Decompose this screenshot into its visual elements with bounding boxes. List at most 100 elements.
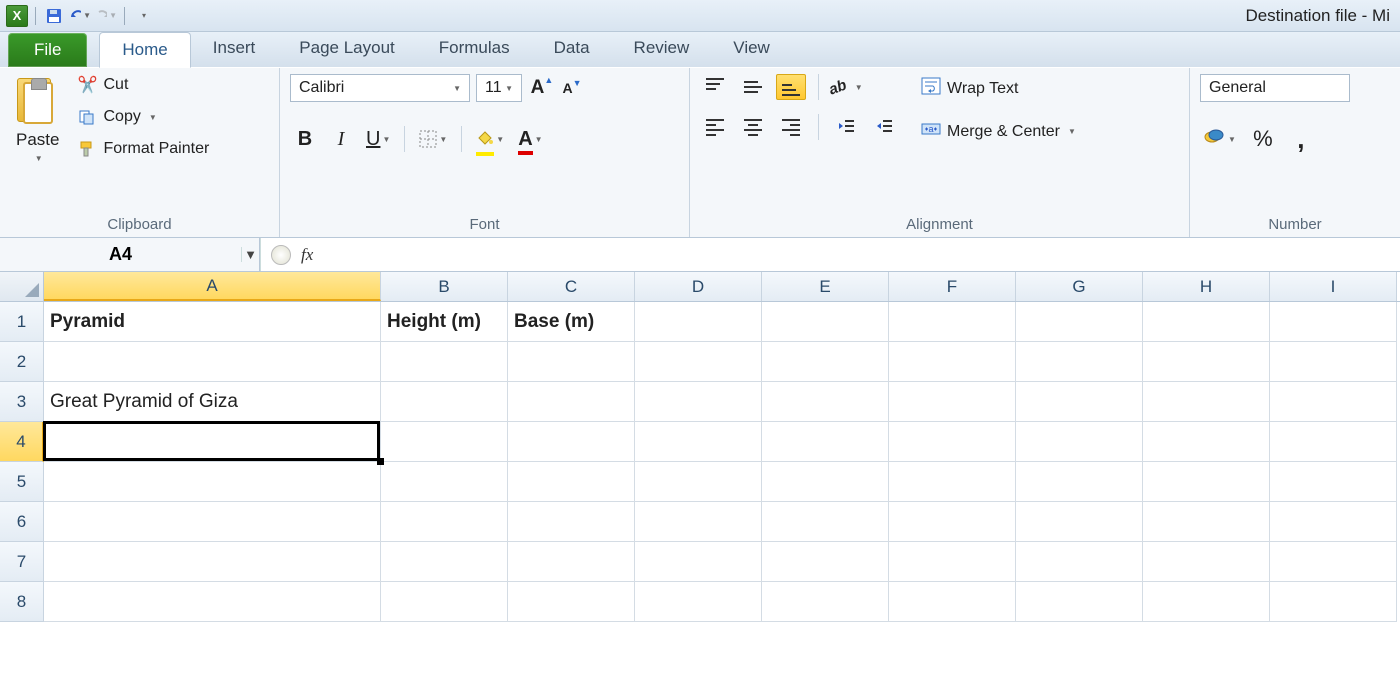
column-header-G[interactable]: G xyxy=(1016,272,1143,301)
column-header-D[interactable]: D xyxy=(635,272,762,301)
cell-B4[interactable] xyxy=(381,422,508,462)
cell-D8[interactable] xyxy=(635,582,762,622)
cell-C7[interactable] xyxy=(508,542,635,582)
align-bottom-button[interactable] xyxy=(776,74,806,100)
bold-button[interactable]: B xyxy=(290,124,320,154)
column-header-A[interactable]: A xyxy=(44,272,381,301)
cell-E6[interactable] xyxy=(762,502,889,542)
cell-D3[interactable] xyxy=(635,382,762,422)
cell-C2[interactable] xyxy=(508,342,635,382)
cell-E5[interactable] xyxy=(762,462,889,502)
cell-C4[interactable] xyxy=(508,422,635,462)
tab-home[interactable]: Home xyxy=(99,32,190,68)
cell-B5[interactable] xyxy=(381,462,508,502)
cell-G4[interactable] xyxy=(1016,422,1143,462)
cell-A4[interactable] xyxy=(44,422,381,462)
dropdown-icon[interactable]: ▼ xyxy=(855,83,863,92)
row-header-8[interactable]: 8 xyxy=(0,582,44,622)
cell-A6[interactable] xyxy=(44,502,381,542)
font-family-combo[interactable]: Calibri ▼ xyxy=(290,74,470,102)
tab-file[interactable]: File xyxy=(8,33,87,67)
row-header-6[interactable]: 6 xyxy=(0,502,44,542)
copy-button[interactable]: Copy ▼ xyxy=(73,106,213,128)
decrease-indent-button[interactable] xyxy=(831,114,861,140)
tab-data[interactable]: Data xyxy=(532,31,612,67)
cell-G3[interactable] xyxy=(1016,382,1143,422)
column-header-B[interactable]: B xyxy=(381,272,508,301)
cell-A7[interactable] xyxy=(44,542,381,582)
tab-review[interactable]: Review xyxy=(612,31,712,67)
select-all-corner[interactable] xyxy=(0,272,44,301)
dropdown-icon[interactable]: ▼ xyxy=(149,113,157,122)
column-header-C[interactable]: C xyxy=(508,272,635,301)
cut-button[interactable]: ✂️ Cut xyxy=(73,74,213,96)
tab-formulas[interactable]: Formulas xyxy=(417,31,532,67)
cell-A1[interactable]: Pyramid xyxy=(44,302,381,342)
column-header-E[interactable]: E xyxy=(762,272,889,301)
cell-D4[interactable] xyxy=(635,422,762,462)
grow-font-button[interactable]: A▲ xyxy=(528,75,556,101)
formula-input[interactable] xyxy=(323,242,1400,268)
name-box-input[interactable] xyxy=(0,244,241,265)
cell-G8[interactable] xyxy=(1016,582,1143,622)
column-header-F[interactable]: F xyxy=(889,272,1016,301)
row-header-2[interactable]: 2 xyxy=(0,342,44,382)
format-painter-button[interactable]: Format Painter xyxy=(73,138,213,160)
align-center-button[interactable] xyxy=(738,114,768,140)
cell-A2[interactable] xyxy=(44,342,381,382)
dropdown-icon[interactable]: ▼ xyxy=(535,135,543,144)
undo-button[interactable]: ▼ xyxy=(69,5,91,27)
cell-I2[interactable] xyxy=(1270,342,1397,382)
cell-F1[interactable] xyxy=(889,302,1016,342)
cell-I1[interactable] xyxy=(1270,302,1397,342)
italic-button[interactable]: I xyxy=(326,124,356,154)
cell-E3[interactable] xyxy=(762,382,889,422)
name-box-dropdown[interactable]: ▼ xyxy=(241,247,259,262)
increase-indent-button[interactable] xyxy=(869,114,899,140)
row-header-1[interactable]: 1 xyxy=(0,302,44,342)
cell-C5[interactable] xyxy=(508,462,635,502)
cell-C8[interactable] xyxy=(508,582,635,622)
cell-B6[interactable] xyxy=(381,502,508,542)
column-header-I[interactable]: I xyxy=(1270,272,1397,301)
cell-G2[interactable] xyxy=(1016,342,1143,382)
row-header-5[interactable]: 5 xyxy=(0,462,44,502)
shrink-font-button[interactable]: A▼ xyxy=(558,75,586,101)
cell-I3[interactable] xyxy=(1270,382,1397,422)
cell-E2[interactable] xyxy=(762,342,889,382)
cell-D5[interactable] xyxy=(635,462,762,502)
cell-F2[interactable] xyxy=(889,342,1016,382)
cell-I6[interactable] xyxy=(1270,502,1397,542)
align-left-button[interactable] xyxy=(700,114,730,140)
borders-button[interactable]: ▼ xyxy=(415,124,451,154)
cell-H4[interactable] xyxy=(1143,422,1270,462)
cell-E7[interactable] xyxy=(762,542,889,582)
cell-C3[interactable] xyxy=(508,382,635,422)
cell-C1[interactable]: Base (m) xyxy=(508,302,635,342)
cell-H6[interactable] xyxy=(1143,502,1270,542)
cell-D1[interactable] xyxy=(635,302,762,342)
orientation-button[interactable]: ab▼ xyxy=(831,74,861,100)
dropdown-icon[interactable]: ▼ xyxy=(1228,135,1236,144)
cell-D6[interactable] xyxy=(635,502,762,542)
cell-H3[interactable] xyxy=(1143,382,1270,422)
cell-D7[interactable] xyxy=(635,542,762,582)
cell-H1[interactable] xyxy=(1143,302,1270,342)
cell-A5[interactable] xyxy=(44,462,381,502)
align-top-button[interactable] xyxy=(700,74,730,100)
cell-F5[interactable] xyxy=(889,462,1016,502)
cell-I4[interactable] xyxy=(1270,422,1397,462)
cell-G6[interactable] xyxy=(1016,502,1143,542)
cell-I8[interactable] xyxy=(1270,582,1397,622)
cancel-icon[interactable] xyxy=(271,245,291,265)
underline-button[interactable]: U▼ xyxy=(362,124,394,154)
redo-button[interactable]: ▼ xyxy=(95,5,117,27)
fx-icon[interactable]: fx xyxy=(301,245,313,265)
cell-E1[interactable] xyxy=(762,302,889,342)
cell-F6[interactable] xyxy=(889,502,1016,542)
cell-E8[interactable] xyxy=(762,582,889,622)
cell-H5[interactable] xyxy=(1143,462,1270,502)
cell-F8[interactable] xyxy=(889,582,1016,622)
dropdown-icon[interactable]: ▼ xyxy=(1068,127,1076,136)
number-format-combo[interactable]: General xyxy=(1200,74,1350,102)
